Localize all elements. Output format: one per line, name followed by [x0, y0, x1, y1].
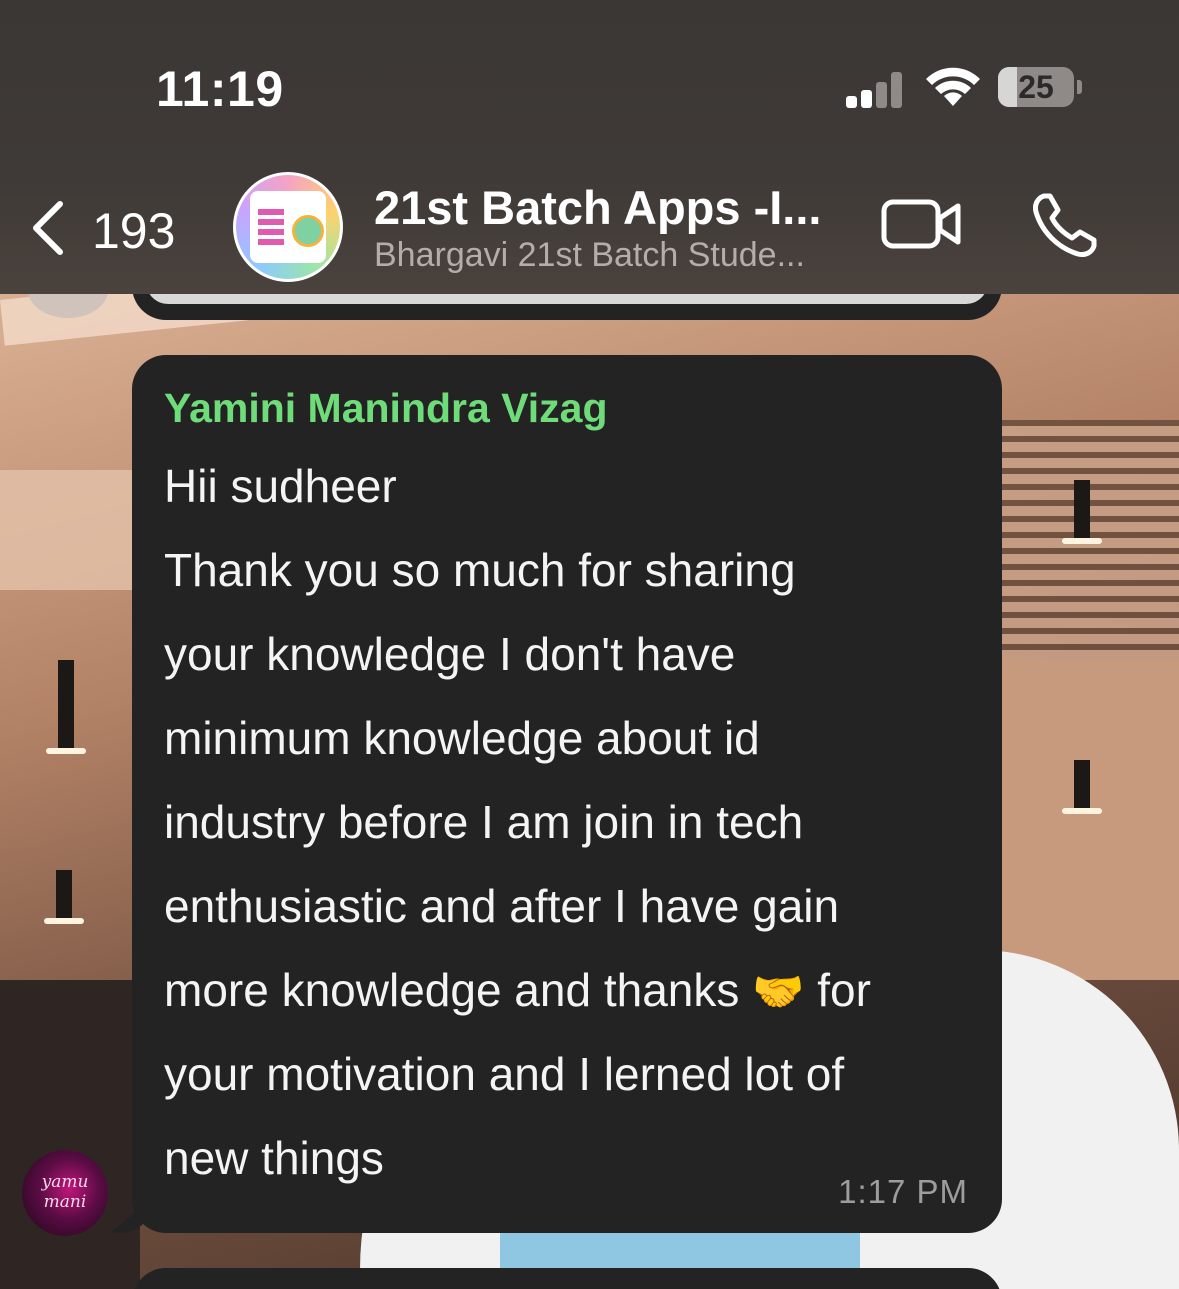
- battery-tip: [1077, 80, 1082, 94]
- message-line: minimum knowledge about id: [164, 712, 760, 764]
- message-line: Thank you so much for sharing: [164, 544, 796, 596]
- sender-name[interactable]: Yamini Manindra Vizag: [164, 385, 608, 432]
- battery-icon: 25: [998, 67, 1074, 107]
- sender-avatar[interactable]: yamu mani: [22, 1150, 108, 1236]
- group-subtitle[interactable]: Bhargavi 21st Batch Stude...: [374, 236, 854, 275]
- battery-level: 25: [1018, 69, 1054, 105]
- video-camera-icon[interactable]: [880, 192, 964, 256]
- chevron-left-icon: [33, 201, 63, 255]
- next-message-bubble[interactable]: [132, 1268, 1002, 1289]
- battery-fill: [998, 67, 1017, 107]
- signal-bar: [846, 96, 857, 108]
- wallpaper-lamp: [44, 870, 84, 924]
- message-line: your knowledge I don't have: [164, 628, 736, 680]
- wifi-icon: [926, 67, 980, 106]
- signal-bar: [891, 72, 902, 108]
- phone-icon[interactable]: [1030, 190, 1100, 260]
- group-name[interactable]: 21st Batch Apps -I...: [374, 180, 854, 235]
- message-bubble[interactable]: Yamini Manindra Vizag Hii sudheer Thank …: [132, 355, 1002, 1233]
- signal-bar: [861, 90, 872, 108]
- message-line: industry before I am join in tech: [164, 796, 804, 848]
- wallpaper-wall: [1000, 660, 1179, 980]
- back-button[interactable]: 193: [20, 190, 180, 266]
- handshake-emoji: 🤝: [752, 968, 805, 1015]
- wallpaper-lamp: [1062, 760, 1102, 814]
- message-line-text: for: [804, 964, 871, 1016]
- message-line-text: more knowledge and thanks: [164, 964, 740, 1016]
- message-line: Hii sudheer: [164, 460, 397, 512]
- status-time: 11:19: [156, 61, 284, 117]
- wallpaper-shadow: [0, 980, 140, 1289]
- group-avatar-logo: [250, 191, 326, 263]
- wallpaper-lamp: [1062, 480, 1102, 544]
- unread-count: 193: [92, 203, 176, 259]
- message-line: new things: [164, 1132, 384, 1184]
- message-line-with-emoji: more knowledge and thanks 🤝 for: [164, 963, 871, 1017]
- message-line: enthusiastic and after I have gain: [164, 880, 840, 932]
- cellular-signal-icon: [846, 68, 906, 108]
- wallpaper-wall-panel: [0, 470, 140, 590]
- avatar-logo-text: yamu mani: [41, 1172, 89, 1212]
- wallpaper-lamp: [46, 660, 86, 754]
- group-avatar[interactable]: [233, 172, 343, 282]
- chat-screen: Yamini Manindra Vizag Hii sudheer Thank …: [0, 0, 1179, 1289]
- signal-bar: [876, 82, 887, 108]
- chat-header: 11:19 25 193 21st Batch Apps -I... Bharg…: [0, 0, 1179, 294]
- message-timestamp: 1:17 PM: [838, 1173, 968, 1210]
- message-line: your motivation and I lerned lot of: [164, 1048, 845, 1100]
